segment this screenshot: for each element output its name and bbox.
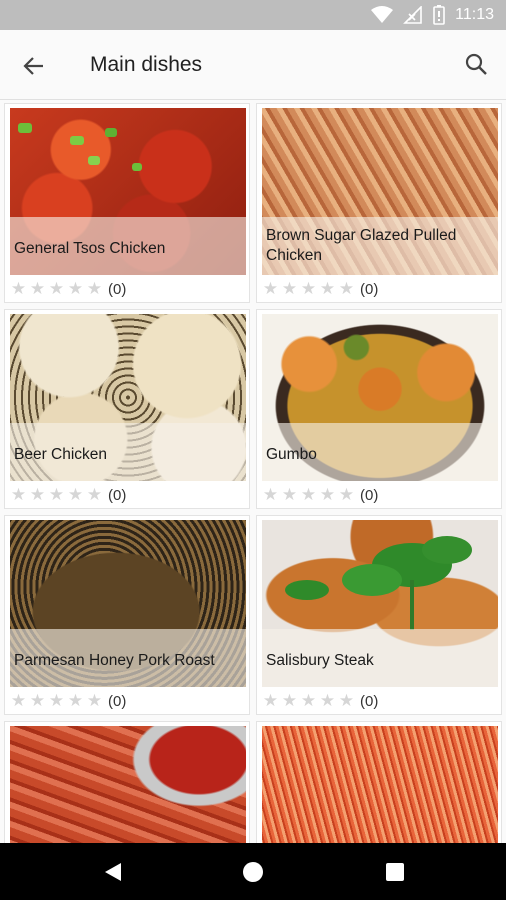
back-triangle-icon [105, 863, 121, 881]
star-icon: ★ [281, 485, 298, 504]
star-icon: ★ [10, 691, 27, 710]
star-icon: ★ [281, 279, 298, 298]
star-icon: ★ [10, 485, 27, 504]
star-icon: ★ [67, 691, 84, 710]
star-icon: ★ [338, 279, 355, 298]
star-icon: ★ [48, 279, 65, 298]
recipe-photo: Beer Chicken [10, 314, 246, 481]
rating-count: (0) [108, 280, 127, 298]
recipe-photo: Gumbo [262, 314, 498, 481]
star-icon: ★ [48, 691, 65, 710]
rating: ★ ★ ★ ★ ★ (0) [261, 485, 378, 505]
nav-back-button[interactable] [98, 857, 128, 887]
star-icon: ★ [319, 485, 336, 504]
recipe-title: Beer Chicken [14, 446, 108, 463]
nav-recents-button[interactable] [380, 857, 410, 887]
wifi-icon [371, 6, 394, 23]
star-icon: ★ [29, 485, 46, 504]
star-icon: ★ [86, 485, 103, 504]
rating: ★ ★ ★ ★ ★ (0) [261, 691, 378, 711]
recipe-grid: General Tsos Chicken ★ ★ ★ ★ ★ (0) Brown Sug… [0, 103, 506, 843]
star-icon: ★ [281, 691, 298, 710]
recipe-photo [262, 726, 498, 843]
rating-count: (0) [108, 486, 127, 504]
recipe-card[interactable] [4, 721, 250, 843]
recipe-photo: Brown Sugar Glazed Pulled Chicken [262, 108, 498, 275]
search-button[interactable] [460, 48, 492, 80]
navigation-bar [0, 843, 506, 900]
star-icon: ★ [262, 279, 279, 298]
parsley-garnish [285, 536, 472, 630]
app-bar: Main dishes [0, 30, 506, 100]
no-signal-icon [403, 6, 422, 24]
rating: ★ ★ ★ ★ ★ (0) [9, 485, 126, 505]
recipe-title: Brown Sugar Glazed Pulled Chicken [266, 227, 457, 264]
star-icon: ★ [67, 485, 84, 504]
nav-home-button[interactable] [238, 857, 268, 887]
star-icon: ★ [262, 485, 279, 504]
star-icon: ★ [29, 691, 46, 710]
recipe-card[interactable]: Parmesan Honey Pork Roast ★ ★ ★ ★ ★ (0) [4, 515, 250, 715]
status-icons: 11:13 [371, 4, 494, 26]
rating: ★ ★ ★ ★ ★ (0) [261, 279, 378, 299]
recipe-title: Parmesan Honey Pork Roast [14, 652, 215, 669]
star-icon: ★ [338, 691, 355, 710]
star-icon: ★ [86, 691, 103, 710]
recipe-title: General Tsos Chicken [14, 240, 166, 257]
recipe-card[interactable]: Gumbo ★ ★ ★ ★ ★ (0) [256, 309, 502, 509]
rating-count: (0) [360, 486, 379, 504]
rating-count: (0) [108, 692, 127, 710]
arrow-left-icon [23, 57, 43, 75]
star-icon: ★ [300, 485, 317, 504]
recipe-card[interactable]: Brown Sugar Glazed Pulled Chicken ★ ★ ★ ★ ★ … [256, 103, 502, 303]
recipe-title: Gumbo [266, 446, 317, 463]
rating: ★ ★ ★ ★ ★ (0) [9, 279, 126, 299]
status-time: 11:13 [455, 6, 494, 23]
star-icon: ★ [262, 691, 279, 710]
star-icon: ★ [300, 691, 317, 710]
star-icon: ★ [300, 279, 317, 298]
scallion-garnish [18, 123, 142, 171]
star-icon: ★ [48, 485, 65, 504]
recipe-photo: Parmesan Honey Pork Roast [10, 520, 246, 687]
search-icon [465, 53, 487, 75]
rating: ★ ★ ★ ★ ★ (0) [9, 691, 126, 711]
recipe-card[interactable]: Salisbury Steak ★ ★ ★ ★ ★ (0) [256, 515, 502, 715]
star-icon: ★ [10, 279, 27, 298]
recipe-photo: General Tsos Chicken [10, 108, 246, 275]
page-title: Main dishes [90, 53, 203, 76]
back-button[interactable] [18, 50, 50, 82]
recipe-card[interactable]: Beer Chicken ★ ★ ★ ★ ★ (0) [4, 309, 250, 509]
recipe-photo [10, 726, 246, 843]
recipe-title: Salisbury Steak [266, 652, 374, 669]
rating-count: (0) [360, 692, 379, 710]
star-icon: ★ [67, 279, 84, 298]
star-icon: ★ [319, 691, 336, 710]
rating-count: (0) [360, 280, 379, 298]
battery-icon [433, 5, 445, 25]
home-circle-icon [243, 862, 263, 882]
star-icon: ★ [319, 279, 336, 298]
star-icon: ★ [29, 279, 46, 298]
star-icon: ★ [86, 279, 103, 298]
star-icon: ★ [338, 485, 355, 504]
recipe-photo: Salisbury Steak [262, 520, 498, 687]
recents-square-icon [386, 863, 404, 881]
recipe-card[interactable]: General Tsos Chicken ★ ★ ★ ★ ★ (0) [4, 103, 250, 303]
status-bar: 11:13 [0, 0, 506, 30]
recipe-card[interactable] [256, 721, 502, 843]
